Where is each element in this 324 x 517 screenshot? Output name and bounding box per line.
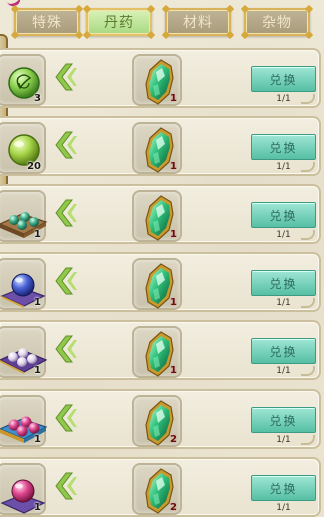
item-quantity: 1: [34, 434, 41, 445]
exchange-button[interactable]: 兑换: [251, 202, 316, 228]
tab-label: 丹药: [104, 15, 134, 31]
item-slot[interactable]: 3: [0, 54, 46, 106]
cost-slot[interactable]: 1: [132, 54, 182, 106]
double-chevron-left-icon: [52, 334, 78, 364]
cost-quantity: 1: [170, 297, 177, 308]
cost-slot[interactable]: 2: [132, 463, 182, 515]
exchange-row: 1 1 兑换 1/1: [0, 184, 321, 244]
cost-quantity: 1: [170, 229, 177, 240]
cost-quantity: 1: [170, 161, 177, 172]
exchange-button[interactable]: 兑换: [251, 338, 316, 364]
tab-materials[interactable]: 材料: [161, 4, 235, 40]
item-quantity: 1: [34, 297, 41, 308]
tab-elixirs[interactable]: 丹药: [82, 4, 156, 40]
cost-slot[interactable]: 2: [132, 395, 182, 447]
double-chevron-left-icon: [52, 198, 78, 228]
cost-slot[interactable]: 1: [132, 122, 182, 174]
cost-quantity: 2: [170, 434, 177, 445]
category-tabs: 特殊 丹药 材料 杂物: [0, 0, 324, 42]
tab-misc[interactable]: 杂物: [240, 4, 314, 40]
cost-slot[interactable]: 1: [132, 190, 182, 242]
exchange-row: 20 1 兑换 1/1: [0, 116, 321, 176]
tab-special[interactable]: 特殊: [10, 4, 84, 40]
item-slot[interactable]: 1: [0, 190, 48, 242]
item-slot[interactable]: 1: [0, 258, 46, 310]
exchange-button[interactable]: 兑换: [251, 475, 316, 501]
exchange-button[interactable]: 兑换: [251, 407, 316, 433]
item-slot[interactable]: 20: [0, 122, 46, 174]
exchange-row: 1 1 兑换 1/1: [0, 320, 321, 380]
exchange-row: 1 2 兑换 1/1: [0, 389, 321, 449]
item-slot[interactable]: 1: [0, 395, 48, 447]
cost-slot[interactable]: 1: [132, 326, 182, 378]
cost-quantity: 2: [170, 502, 177, 513]
tab-label: 材料: [183, 15, 213, 31]
double-chevron-left-icon: [52, 403, 78, 433]
tab-label: 杂物: [262, 15, 292, 31]
item-quantity: 20: [27, 161, 41, 172]
exchange-row: 1 2 兑换 1/1: [0, 457, 321, 517]
cost-quantity: 1: [170, 93, 177, 104]
item-quantity: 1: [34, 229, 41, 240]
exchange-button[interactable]: 兑换: [251, 134, 316, 160]
cost-slot[interactable]: 1: [132, 258, 182, 310]
double-chevron-left-icon: [52, 62, 78, 92]
exchange-limit: 1/1: [276, 503, 291, 513]
double-chevron-left-icon: [52, 471, 78, 501]
item-slot[interactable]: 1: [0, 326, 48, 378]
item-quantity: 1: [34, 365, 41, 376]
exchange-button[interactable]: 兑换: [251, 270, 316, 296]
item-quantity: 1: [34, 502, 41, 513]
cost-quantity: 1: [170, 365, 177, 376]
tab-label: 特殊: [32, 15, 62, 31]
exchange-row: 3 1 兑换 1/1: [0, 48, 321, 108]
item-quantity: 3: [34, 93, 41, 104]
exchange-button[interactable]: 兑换: [251, 66, 316, 92]
double-chevron-left-icon: [52, 266, 78, 296]
exchange-row: 1 1 兑换 1/1: [0, 252, 321, 312]
item-slot[interactable]: 1: [0, 463, 46, 515]
double-chevron-left-icon: [52, 130, 78, 160]
